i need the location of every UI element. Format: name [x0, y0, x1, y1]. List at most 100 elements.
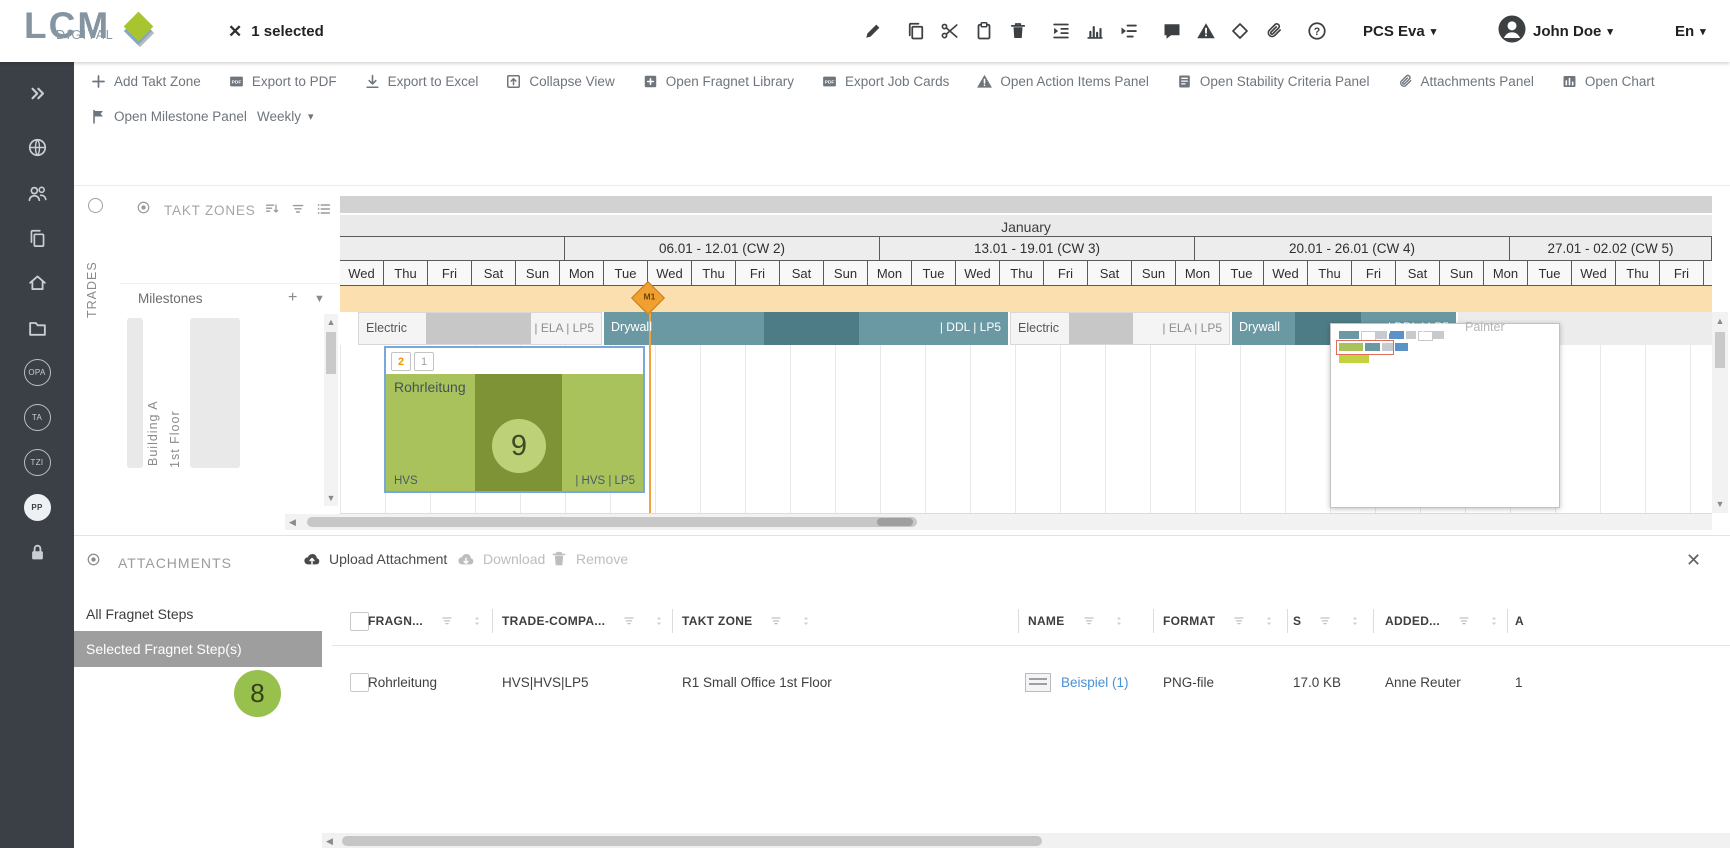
trades-radio-icon[interactable] [88, 198, 103, 213]
attachments-horizontal-scrollbar[interactable]: ◀ [322, 833, 1730, 848]
filter-all-fragnet-steps[interactable]: All Fragnet Steps [74, 596, 322, 631]
attachment-thumbnail[interactable] [1025, 673, 1051, 692]
column-header-takt_zone[interactable]: TAKT ZONE [682, 596, 812, 646]
row-checkbox[interactable] [350, 673, 369, 692]
column-header-size[interactable]: S [1293, 596, 1361, 646]
column-header-name[interactable]: NAME [1028, 596, 1125, 646]
column-header-fragnet[interactable]: FRAGN... [368, 596, 483, 646]
sort-updown-icon[interactable] [1113, 615, 1125, 627]
collapse-view-button[interactable]: Collapse View [505, 73, 614, 90]
scissors-button[interactable] [938, 19, 962, 43]
add-milestone-button[interactable]: + [288, 289, 297, 307]
scroll-up-icon[interactable]: ▲ [1712, 316, 1728, 326]
column-header-format[interactable]: FORMAT [1163, 596, 1275, 646]
export-job-cards-button[interactable]: PDFExport Job Cards [821, 73, 949, 90]
warning-button[interactable] [1194, 19, 1218, 43]
column-header-added_by[interactable]: ADDED... [1385, 596, 1500, 646]
filter-icon[interactable] [1232, 614, 1246, 628]
scrollbar-thumb[interactable] [307, 517, 917, 527]
sidebar-item-docs[interactable] [0, 225, 74, 251]
open-action-items-panel-button[interactable]: Open Action Items Panel [976, 73, 1149, 90]
sidebar-item-chevron-double-right[interactable] [0, 80, 74, 106]
open-fragnet-library-button[interactable]: Open Fragnet Library [642, 73, 794, 90]
sort-updown-icon[interactable] [800, 615, 812, 627]
gantt-vertical-scrollbar[interactable]: ▲ ▼ [1712, 312, 1728, 513]
sidebar-item-globe[interactable] [0, 134, 74, 160]
scroll-down-icon[interactable]: ▼ [1712, 499, 1728, 509]
sort-updown-icon[interactable] [471, 615, 483, 627]
sort-updown-icon[interactable] [1349, 615, 1361, 627]
chevron-down-icon[interactable]: ▼ [314, 293, 325, 305]
filter-icon[interactable] [290, 201, 306, 222]
filter-selected-fragnet-step-s[interactable]: Selected Fragnet Step(s) [74, 631, 322, 667]
attachment-link[interactable]: Beispiel (1) [1061, 675, 1129, 690]
sidebar-item-home[interactable] [0, 269, 74, 295]
list-menu-icon[interactable] [316, 201, 332, 222]
scroll-down-icon[interactable]: ▼ [324, 493, 338, 503]
language-menu[interactable]: En▾ [1675, 0, 1706, 62]
sidebar-item-users[interactable] [0, 180, 74, 206]
sidebar-item-opa[interactable]: OPA [0, 359, 74, 385]
attachments-radio-icon[interactable] [86, 552, 101, 572]
sort-updown-icon[interactable] [653, 615, 665, 627]
sort-updown-icon[interactable] [1263, 615, 1275, 627]
trade-bar-drywall[interactable]: Drywall | DDL | LP5 [604, 312, 1008, 345]
filter-icon[interactable] [769, 614, 783, 628]
export-to-pdf-button[interactable]: PDFExport to PDF [228, 73, 337, 90]
task-warning-badge[interactable]: 2 [391, 352, 411, 371]
open-stability-criteria-panel-button[interactable]: Open Stability Criteria Panel [1176, 73, 1370, 90]
panel-resize-grip[interactable] [877, 518, 913, 526]
indent-button[interactable] [1049, 19, 1073, 43]
download-button[interactable]: Download [457, 550, 545, 568]
paperclip-button[interactable] [1262, 19, 1286, 43]
trash-button[interactable] [1006, 19, 1030, 43]
playlist-add-button[interactable] [1117, 19, 1141, 43]
gantt-horizontal-scrollbar[interactable]: ◀ [285, 514, 1712, 530]
sidebar-item-ta[interactable]: TA [0, 404, 74, 430]
filter-icon[interactable] [1318, 614, 1332, 628]
filter-icon[interactable] [622, 614, 636, 628]
sort-updown-icon[interactable] [1488, 615, 1500, 627]
pencil-button[interactable] [861, 19, 885, 43]
sort-ascending-icon[interactable] [264, 201, 280, 222]
help-button[interactable]: ? [1305, 19, 1329, 43]
trade-bar-electric[interactable]: Electric | ELA | LP5 [1010, 312, 1230, 345]
comment-button[interactable] [1160, 19, 1184, 43]
task-rohrleitung[interactable]: 2 1 Rohrleitung 9 HVS | HVS | LP5 [384, 346, 645, 493]
stats-button[interactable] [1083, 19, 1107, 43]
sidebar-item-lock[interactable] [0, 539, 74, 565]
user-menu[interactable]: John Doe▾ [1497, 0, 1613, 62]
open-chart-button[interactable]: Open Chart [1561, 73, 1655, 90]
sidebar-item-tzi[interactable]: TZI [0, 449, 74, 475]
upload-attachment-button[interactable]: Upload Attachment [303, 550, 447, 568]
filter-icon[interactable] [1457, 614, 1471, 628]
close-panel-icon[interactable]: ✕ [1686, 550, 1701, 571]
scrollbar-thumb[interactable] [1715, 332, 1725, 368]
gantt-minimap[interactable] [1330, 323, 1560, 508]
view-mode-select[interactable]: Weekly▾ [257, 100, 314, 132]
filter-icon[interactable] [440, 614, 454, 628]
add-takt-zone-button[interactable]: Add Takt Zone [90, 73, 201, 90]
attachments-panel-button[interactable]: Attachments Panel [1397, 73, 1534, 90]
column-header-trade[interactable]: TRADE-COMPA... [502, 596, 665, 646]
open-milestone-panel-button[interactable]: Open Milestone Panel [90, 108, 247, 125]
scroll-left-icon[interactable]: ◀ [289, 517, 296, 528]
column-header-added_on[interactable]: A [1515, 596, 1524, 646]
diamond-button[interactable] [1228, 19, 1252, 43]
task-attachment-badge[interactable]: 1 [414, 352, 434, 371]
project-menu[interactable]: PCS Eva▾ [1363, 0, 1436, 62]
sidebar-item-folder[interactable] [0, 315, 74, 341]
trade-bar-electric[interactable]: Electric | ELA | LP5 [358, 312, 602, 345]
filter-icon[interactable] [1082, 614, 1096, 628]
clipboard-button[interactable] [972, 19, 996, 43]
sidebar-item-pp[interactable]: PP [0, 494, 74, 520]
download-icon [364, 73, 381, 90]
copy-button[interactable] [904, 19, 928, 43]
takt-zones-radio-icon[interactable] [136, 200, 151, 220]
scroll-left-icon[interactable]: ◀ [326, 836, 333, 847]
remove-button[interactable]: Remove [550, 550, 628, 568]
export-to-excel-button[interactable]: Export to Excel [364, 73, 479, 90]
select-all-checkbox[interactable] [350, 612, 369, 631]
clear-selection-icon[interactable]: ✕ [228, 23, 242, 40]
scrollbar-thumb[interactable] [342, 836, 1042, 846]
